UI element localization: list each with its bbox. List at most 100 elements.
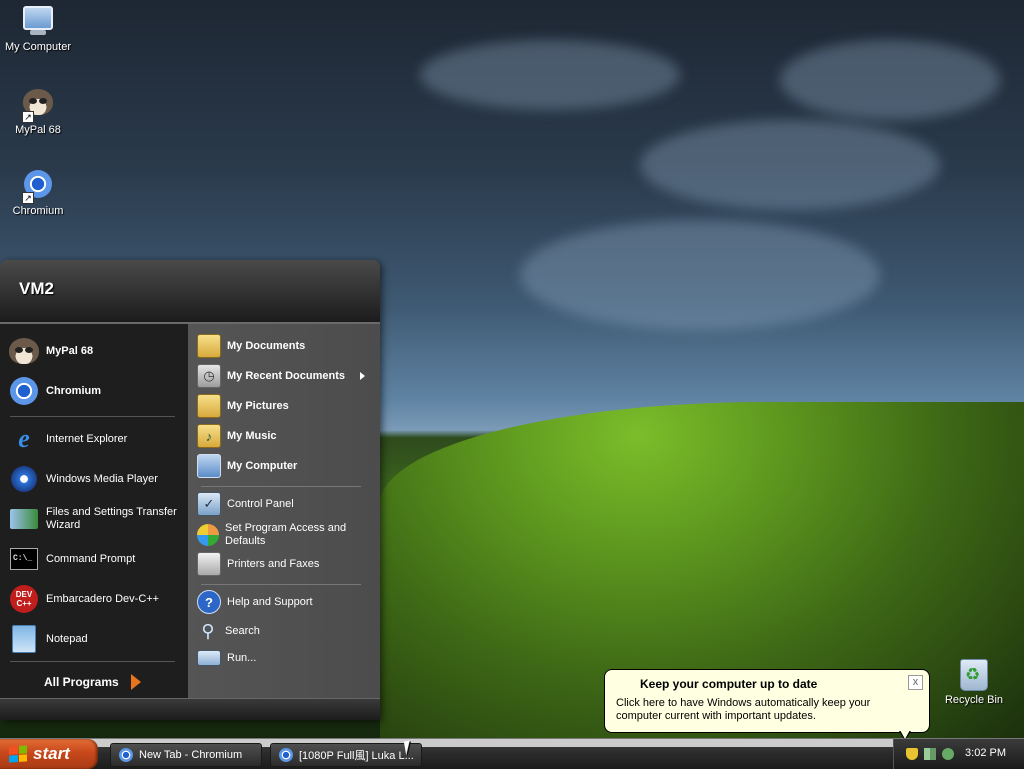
menu-item-mypal[interactable]: MyPal 68 — [8, 335, 183, 367]
clock[interactable]: 3:02 PM — [965, 747, 1006, 759]
all-programs-button[interactable]: All Programs — [44, 674, 141, 690]
menu-item-label: My Music — [227, 429, 277, 442]
menu-item-label: Files and Settings Transfer Wizard — [46, 506, 177, 531]
taskbar: start New Tab - Chromium [1080P Full風] L… — [0, 738, 1024, 769]
devcpp-icon: DEV C++ — [8, 583, 40, 615]
taskbar-button-new-tab[interactable]: New Tab - Chromium — [110, 743, 262, 767]
menu-item-my-documents[interactable]: My Documents — [197, 334, 373, 358]
menu-item-help-support[interactable]: ? Help and Support — [197, 590, 373, 614]
menu-item-search[interactable]: ⚲ Search — [197, 620, 373, 642]
desktop-icon-label: Chromium — [12, 205, 64, 217]
close-icon[interactable]: x — [908, 675, 923, 690]
taskbar-button-label: New Tab - Chromium — [139, 749, 243, 761]
mypal-icon: ↗ — [22, 89, 54, 123]
desktop-icon-recycle-bin[interactable]: Recycle Bin — [937, 658, 1011, 706]
all-programs-label: All Programs — [44, 675, 119, 689]
desktop-icon-mypal[interactable]: ↗ MyPal 68 — [1, 86, 75, 136]
menu-item-run[interactable]: Run... — [197, 650, 373, 666]
printer-icon — [197, 552, 221, 576]
menu-item-label: Search — [225, 624, 260, 637]
taskbar-button-label: [1080P Full風] Luka L... — [299, 750, 414, 762]
submenu-arrow-icon — [360, 372, 365, 380]
my-computer-icon — [197, 454, 221, 478]
notepad-icon — [8, 623, 40, 655]
folder-icon — [197, 334, 221, 358]
desktop-icon-my-computer[interactable]: My Computer — [1, 4, 75, 53]
system-tray: 3:02 PM — [893, 739, 1024, 769]
balloon-title: Keep your computer up to date — [640, 677, 818, 691]
command-prompt-icon: C:\_ — [8, 543, 40, 575]
chromium-icon — [119, 748, 133, 762]
menu-item-label: Control Panel — [227, 497, 294, 510]
menu-item-label: Windows Media Player — [46, 472, 158, 485]
chromium-icon: ↗ — [22, 170, 54, 204]
updates-icon[interactable] — [942, 748, 954, 760]
start-button[interactable]: start — [0, 739, 98, 769]
transfer-wizard-icon — [8, 503, 40, 535]
start-menu-programs: MyPal 68 Chromium e Internet Explorer Wi… — [0, 324, 189, 698]
desktop-icon-chromium[interactable]: ↗ Chromium — [1, 168, 75, 217]
menu-item-chromium[interactable]: Chromium — [8, 375, 183, 407]
folder-music-icon: ♪ — [197, 424, 221, 448]
menu-item-media-player[interactable]: Windows Media Player — [8, 463, 183, 495]
user-name: VM2 — [19, 279, 54, 298]
menu-item-label: My Recent Documents — [227, 369, 345, 382]
cloud — [640, 120, 940, 210]
shortcut-arrow-icon: ↗ — [22, 192, 34, 204]
mypal-icon — [8, 335, 40, 367]
desktop-icon-label: My Computer — [4, 41, 72, 53]
menu-item-control-panel[interactable]: ✓ Control Panel — [197, 492, 373, 516]
folder-pictures-icon — [197, 394, 221, 418]
menu-item-label: Chromium — [46, 384, 101, 397]
start-label: start — [33, 744, 70, 763]
menu-item-printers-faxes[interactable]: Printers and Faxes — [197, 552, 373, 576]
cloud — [520, 220, 880, 330]
desktop-icon-label: Recycle Bin — [944, 694, 1004, 706]
menu-item-label: My Documents — [227, 339, 306, 352]
taskbar-button-video[interactable]: [1080P Full風] Luka L... — [270, 743, 422, 767]
shortcut-arrow-icon: ↗ — [22, 111, 34, 123]
start-menu-places: My Documents ◷ My Recent Documents My Pi… — [189, 324, 380, 698]
my-computer-icon — [22, 6, 54, 38]
control-panel-icon: ✓ — [197, 492, 221, 516]
menu-item-devcpp[interactable]: DEV C++ Embarcadero Dev-C++ — [8, 583, 183, 615]
menu-item-internet-explorer[interactable]: e Internet Explorer — [8, 423, 183, 455]
separator — [201, 486, 361, 487]
start-menu-header: VM2 — [0, 260, 380, 324]
menu-item-transfer-wizard[interactable]: Files and Settings Transfer Wizard — [8, 503, 183, 535]
menu-item-label: My Pictures — [227, 399, 289, 412]
menu-item-my-recent-documents[interactable]: ◷ My Recent Documents — [197, 364, 373, 388]
chromium-icon — [8, 375, 40, 407]
menu-item-my-pictures[interactable]: My Pictures — [197, 394, 373, 418]
menu-item-label: Notepad — [46, 632, 88, 645]
separator — [201, 584, 361, 585]
menu-item-label: Set Program Access and Defaults — [225, 522, 347, 547]
search-icon: ⚲ — [201, 620, 215, 641]
balloon-body: Click here to have Windows automatically… — [616, 697, 871, 722]
internet-explorer-icon: e — [18, 424, 30, 453]
chromium-icon — [279, 748, 293, 762]
menu-item-my-computer[interactable]: My Computer — [197, 454, 373, 478]
menu-item-program-defaults[interactable]: Set Program Access and Defaults — [197, 522, 373, 548]
recent-documents-icon: ◷ — [197, 364, 221, 388]
network-icon[interactable] — [924, 748, 936, 760]
cloud — [780, 40, 1000, 120]
security-shield-icon[interactable] — [906, 748, 918, 760]
run-icon — [197, 650, 221, 666]
all-programs-arrow-icon — [130, 674, 141, 690]
windows-logo-icon — [9, 745, 27, 763]
menu-item-label: My Computer — [227, 459, 298, 472]
separator — [10, 416, 175, 417]
program-defaults-icon — [197, 524, 219, 546]
menu-item-label: Printers and Faxes — [227, 557, 320, 570]
menu-item-notepad[interactable]: Notepad — [8, 623, 183, 655]
start-menu-footer — [0, 698, 380, 720]
media-player-icon — [8, 463, 40, 495]
separator — [10, 661, 175, 662]
menu-item-label: Command Prompt — [46, 552, 136, 565]
menu-item-command-prompt[interactable]: C:\_ Command Prompt — [8, 543, 183, 575]
recycle-bin-icon — [958, 659, 990, 691]
menu-item-my-music[interactable]: ♪ My Music — [197, 424, 373, 448]
update-notification-balloon[interactable]: Keep your computer up to date Click here… — [604, 669, 930, 741]
help-icon: ? — [197, 590, 221, 614]
